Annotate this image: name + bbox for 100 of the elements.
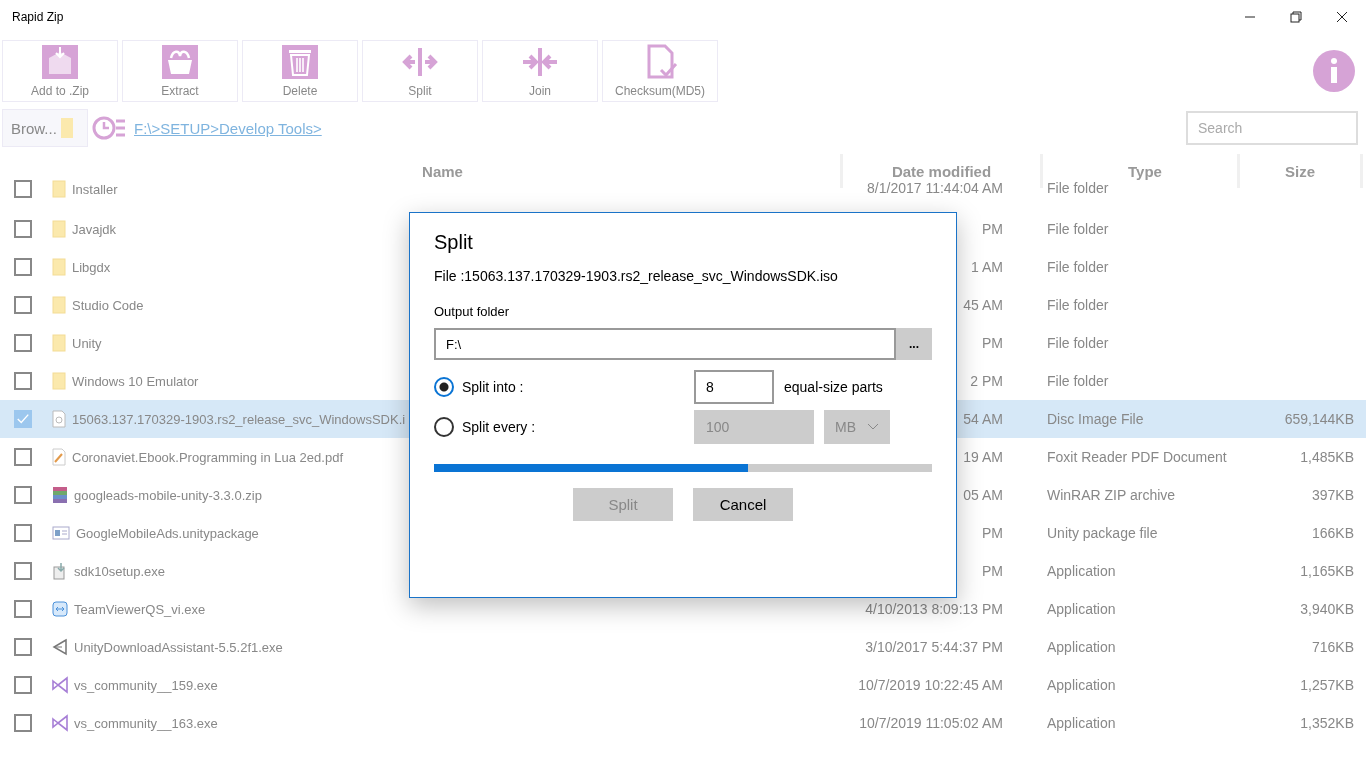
output-folder-field[interactable]: F:\ xyxy=(434,328,896,360)
file-name: Unity xyxy=(72,335,102,351)
file-name: Installer xyxy=(72,181,118,197)
toolbar-button[interactable]: Delete xyxy=(242,40,358,102)
folder-icon xyxy=(60,118,73,138)
chevron-down-icon xyxy=(867,423,879,431)
browse-button[interactable]: ... xyxy=(896,328,932,360)
file-type: File folder xyxy=(1047,180,1109,196)
folder-icon xyxy=(52,180,66,198)
file-name: sdk10setup.exe xyxy=(74,563,166,579)
date-modified: 10/7/2019 11:05:02 AM xyxy=(859,715,1003,731)
file-name: vs_community__163.exe xyxy=(74,715,218,731)
folder-icon xyxy=(52,372,66,390)
option-label[interactable]: Split into : xyxy=(462,379,694,395)
file-name: Windows 10 Emulator xyxy=(72,373,199,389)
dialog-button[interactable]: Cancel xyxy=(693,488,793,521)
file-type: File folder xyxy=(1047,373,1109,389)
file-type: Application xyxy=(1047,563,1116,579)
file-name: 15063.137.170329-1903.rs2_release_svc_WindowsSDK.i xyxy=(72,411,406,427)
installer-icon xyxy=(52,562,68,580)
file-name: Coronaviet.Ebook.Programming in Lua 2ed.pdf xyxy=(72,449,343,465)
checkbox[interactable] xyxy=(14,334,32,352)
date-modified: 2 PM xyxy=(970,373,1003,389)
checkbox[interactable] xyxy=(14,676,32,694)
pdf-file-icon xyxy=(52,448,66,466)
file-type: File folder xyxy=(1047,259,1109,275)
column-header[interactable]: Size xyxy=(1285,162,1315,180)
search-field[interactable]: Search xyxy=(1186,111,1358,145)
date-modified: 19 AM xyxy=(963,449,1003,465)
trash-icon xyxy=(281,44,319,80)
toolbar-button[interactable]: Extract xyxy=(122,40,238,102)
close-icon[interactable] xyxy=(1336,11,1348,23)
file-type: Foxit Reader PDF Document xyxy=(1047,449,1227,465)
restore-icon[interactable] xyxy=(1290,11,1302,23)
checkbox[interactable] xyxy=(14,600,32,618)
open-box-icon xyxy=(161,44,199,80)
checkbox[interactable] xyxy=(14,220,32,238)
package-file-icon xyxy=(52,525,70,541)
history-icon[interactable] xyxy=(92,116,126,140)
checkbox[interactable] xyxy=(14,714,32,732)
file-type: File folder xyxy=(1047,297,1109,313)
radio-button[interactable] xyxy=(434,377,454,397)
books-icon xyxy=(52,486,68,504)
file-size: 716KB xyxy=(1311,639,1354,655)
output-folder-label: Output folder xyxy=(434,304,511,319)
file-name: TeamViewerQS_vi.exe xyxy=(74,601,206,617)
file-size: 1,352KB xyxy=(1300,715,1354,731)
checkbox[interactable] xyxy=(14,372,32,390)
date-modified: PM xyxy=(982,563,1003,579)
file-size: 659,144KB xyxy=(1284,411,1354,427)
file-name: GoogleMobileAds.unitypackage xyxy=(76,525,259,541)
file-type: File folder xyxy=(1047,335,1109,351)
disc-file-icon xyxy=(52,410,66,428)
file-type: Application xyxy=(1047,715,1116,731)
file-type: Application xyxy=(1047,601,1116,617)
toolbar-button[interactable]: Split xyxy=(362,40,478,102)
checkbox[interactable] xyxy=(14,410,32,428)
file-type: Unity package file xyxy=(1047,525,1158,541)
column-header[interactable]: Name xyxy=(422,162,463,180)
browse-button[interactable]: Brow... xyxy=(2,109,88,147)
checkbox[interactable] xyxy=(14,486,32,504)
date-modified: 1 AM xyxy=(971,259,1003,275)
checkbox[interactable] xyxy=(14,638,32,656)
date-modified: PM xyxy=(982,335,1003,351)
parts-suffix: equal-size parts xyxy=(784,379,883,395)
parts-field[interactable]: 8 xyxy=(694,370,774,404)
box-icon xyxy=(41,44,79,80)
file-name: Libgdx xyxy=(72,259,111,275)
info-icon[interactable] xyxy=(1312,49,1356,93)
checkbox[interactable] xyxy=(14,296,32,314)
toolbar-button[interactable]: Join xyxy=(482,40,598,102)
file-size: 166KB xyxy=(1311,525,1354,541)
dialog-title: Split xyxy=(434,231,474,254)
file-name: Studio Code xyxy=(72,297,144,313)
date-modified: 3/10/2017 5:44:37 PM xyxy=(865,639,1003,655)
file-type: Disc Image File xyxy=(1047,411,1144,427)
checkbox[interactable] xyxy=(14,180,32,198)
date-modified: PM xyxy=(982,221,1003,237)
path-link[interactable]: F:\>SETUP>Develop Tools> xyxy=(134,119,322,137)
checkbox[interactable] xyxy=(14,258,32,276)
checkbox[interactable] xyxy=(14,562,32,580)
file-name: Javajdk xyxy=(72,221,117,237)
file-size: 1,485KB xyxy=(1300,449,1354,465)
file-label: File :15063.137.170329-1903.rs2_release_svc_WindowsSDK.iso xyxy=(434,268,839,284)
checkbox[interactable] xyxy=(14,524,32,542)
column-header[interactable]: Type xyxy=(1128,162,1162,180)
file-type: File folder xyxy=(1047,221,1109,237)
toolbar-button[interactable]: Add to .Zip xyxy=(2,40,118,102)
folder-icon xyxy=(52,258,66,276)
bowtie-icon xyxy=(52,714,68,732)
toolbar-button[interactable]: Checksum(MD5) xyxy=(602,40,718,102)
column-header[interactable]: Date modified xyxy=(891,162,992,180)
bowtie-icon xyxy=(52,676,68,694)
date-modified: PM xyxy=(982,525,1003,541)
checkbox[interactable] xyxy=(14,448,32,466)
date-modified: 4/10/2013 8:09:13 PM xyxy=(865,601,1003,617)
folder-icon xyxy=(52,220,66,238)
file-size: 1,257KB xyxy=(1300,677,1354,693)
date-modified: 54 AM xyxy=(963,411,1003,427)
window-title: Rapid Zip xyxy=(12,10,64,24)
